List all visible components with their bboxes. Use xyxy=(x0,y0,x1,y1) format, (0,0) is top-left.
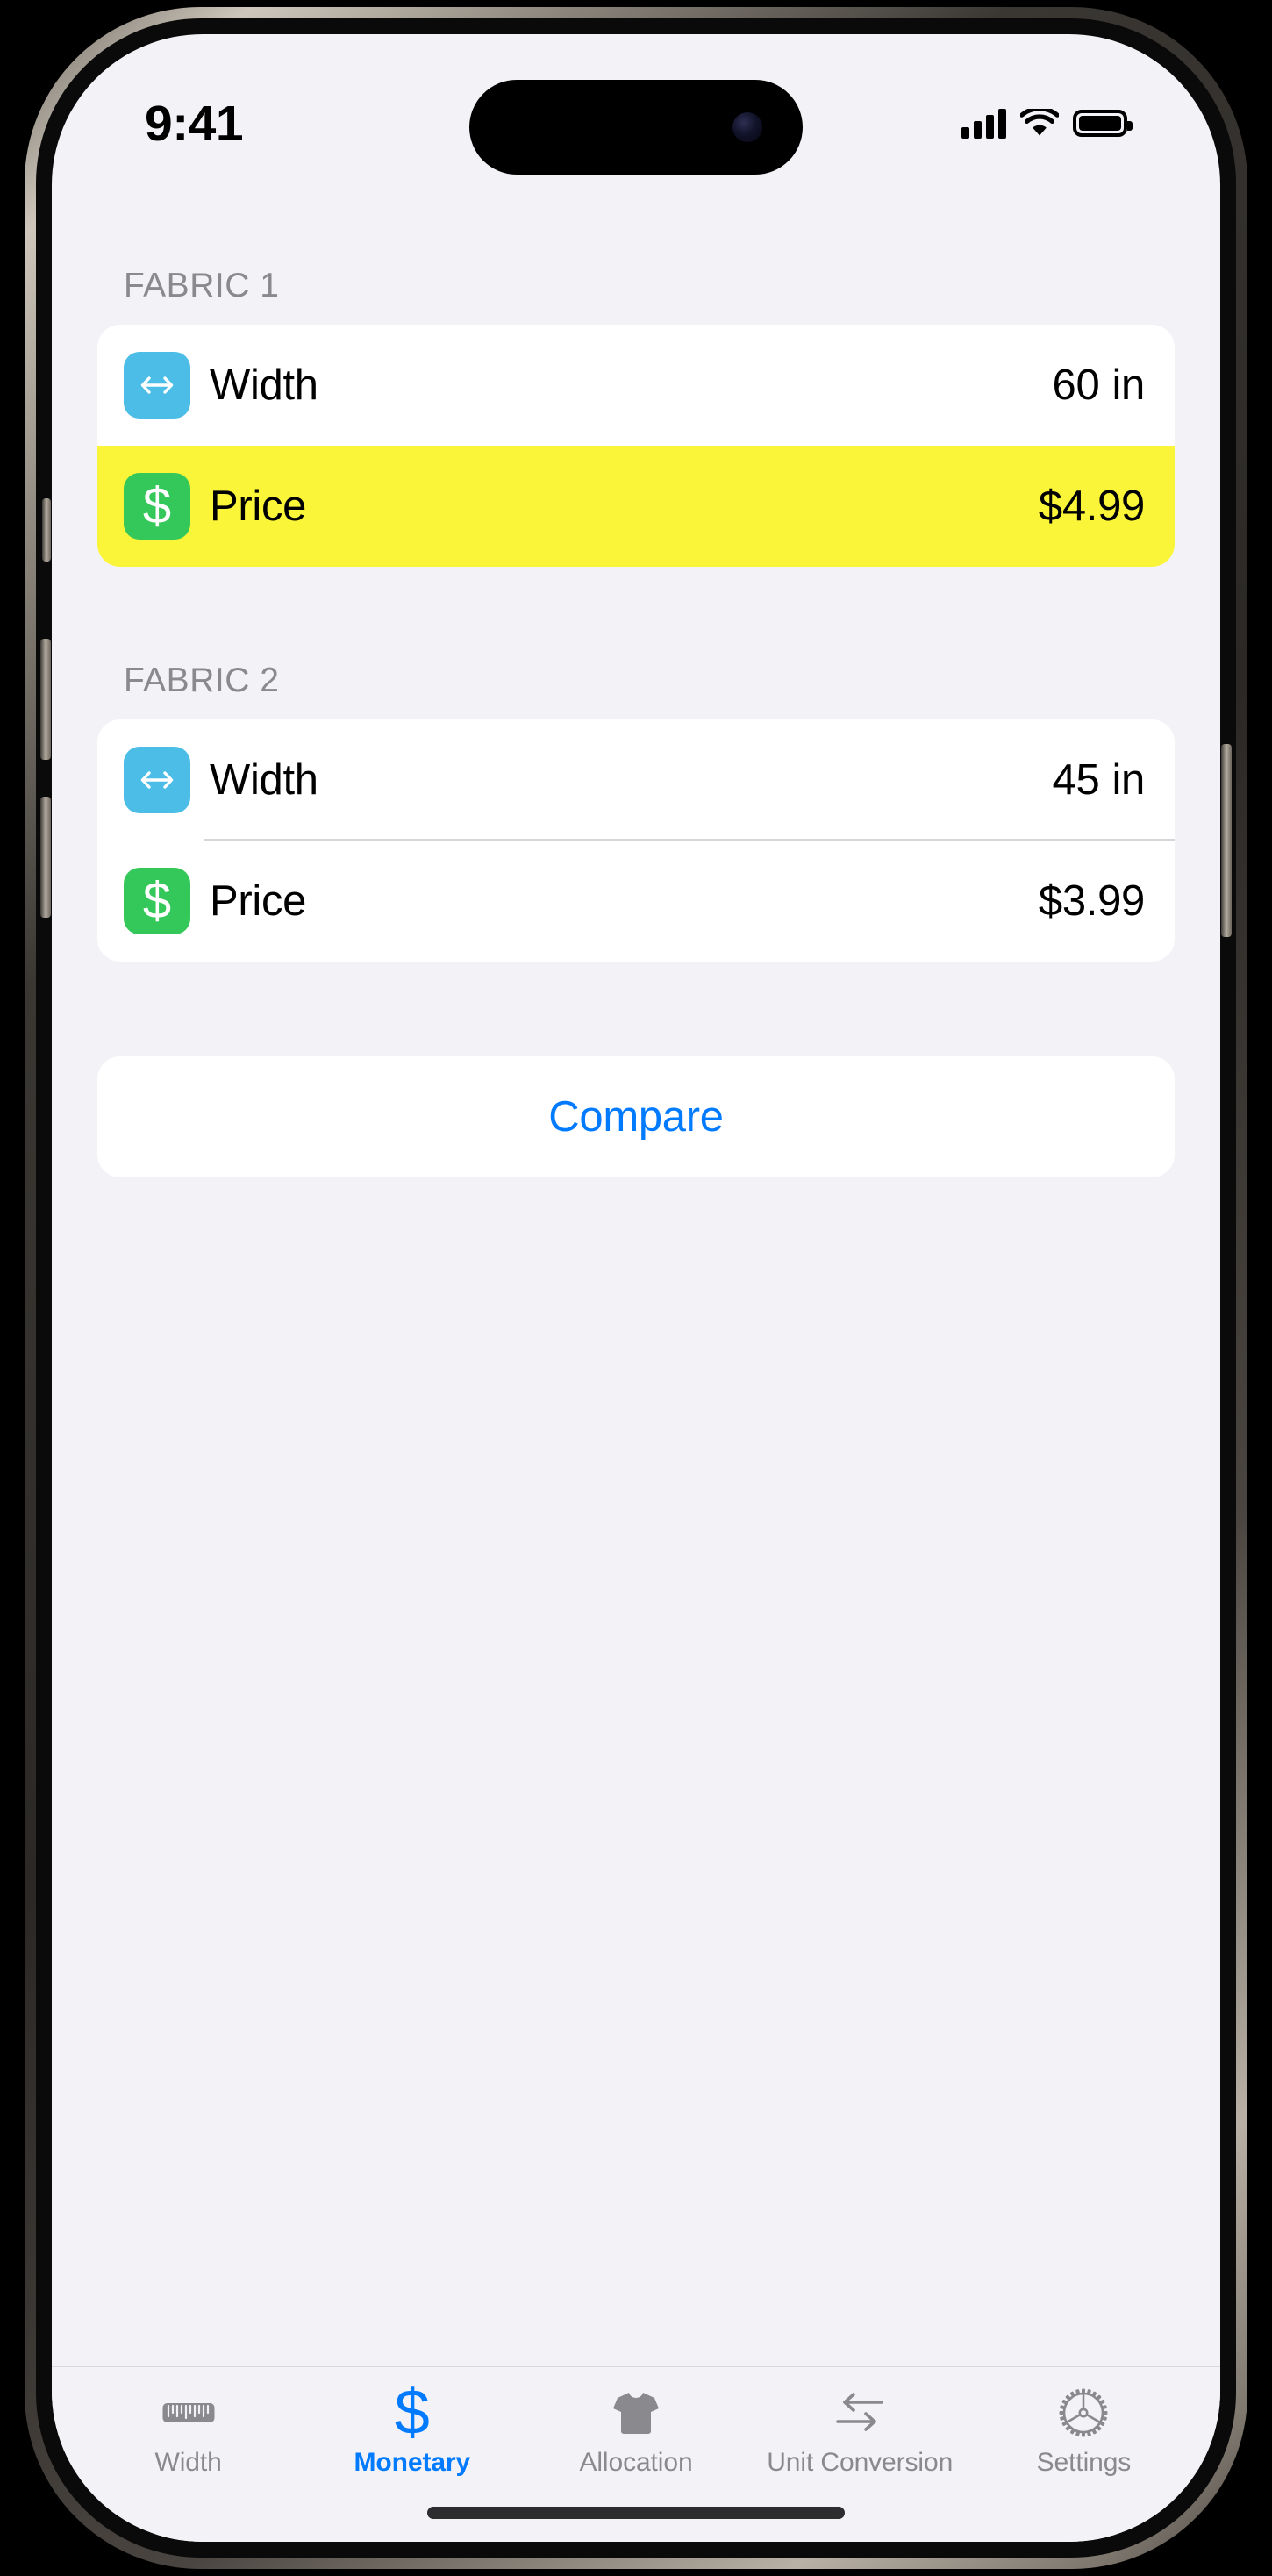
silent-switch-button[interactable] xyxy=(42,498,51,562)
tab-unit-conversion[interactable]: Unit Conversion xyxy=(748,2386,972,2478)
swap-arrows-icon xyxy=(833,2386,887,2439)
tab-allocation[interactable]: Allocation xyxy=(524,2386,747,2478)
battery-full-icon xyxy=(1073,110,1133,137)
fabric-1-width-label: Width xyxy=(210,361,318,409)
fabric-1-price-label: Price xyxy=(210,483,307,530)
section-header-fabric-1: FABRIC 1 xyxy=(124,267,280,304)
fabric-2-width-label: Width xyxy=(210,756,318,804)
status-bar-indicators xyxy=(961,108,1133,139)
fabric-1-width-value: 60 xyxy=(1052,361,1100,409)
fabric-1-price-row[interactable]: $ Price $4.99 xyxy=(97,446,1175,567)
dollar-sign-icon: $ xyxy=(394,2377,430,2448)
front-camera-icon xyxy=(732,112,762,142)
fabric-1-width-row[interactable]: Width 60 in xyxy=(97,325,1175,446)
tab-settings-label: Settings xyxy=(1036,2448,1132,2477)
phone-screen: 9:41 FABRIC 1 Width 60 in $ Price $4.99 … xyxy=(52,34,1220,2542)
fabric-2-width-value: 45 xyxy=(1052,756,1100,804)
tab-width-label: Width xyxy=(154,2448,222,2477)
wifi-icon xyxy=(1020,108,1059,135)
width-arrows-icon xyxy=(124,747,190,813)
fabric-1-width-value-group[interactable]: 60 in xyxy=(1052,361,1146,410)
dynamic-island xyxy=(469,80,803,175)
tshirt-icon xyxy=(611,2386,661,2439)
phone-frame: 9:41 FABRIC 1 Width 60 in $ Price $4.99 … xyxy=(25,7,1247,2569)
fabric-2-width-unit: in xyxy=(1111,756,1145,804)
tab-unit-conversion-label: Unit Conversion xyxy=(767,2448,954,2477)
fabric-2-price-value-group[interactable]: $3.99 xyxy=(1039,877,1145,926)
section-header-fabric-2: FABRIC 2 xyxy=(124,662,280,699)
fabric-1-price-value-group[interactable]: $4.99 xyxy=(1039,482,1145,531)
fabric-1-price-value: $4.99 xyxy=(1038,483,1145,530)
fabric-2-price-value: $3.99 xyxy=(1038,877,1145,925)
cellular-bars-icon xyxy=(961,108,1006,139)
volume-up-button[interactable] xyxy=(40,639,51,760)
home-indicator[interactable] xyxy=(427,2507,845,2519)
power-button[interactable] xyxy=(1221,744,1232,937)
tab-monetary-label: Monetary xyxy=(354,2448,471,2477)
fabric-2-price-label: Price xyxy=(210,877,307,925)
status-bar-time: 9:41 xyxy=(145,95,244,152)
dollar-sign-icon: $ xyxy=(124,473,190,540)
fabric-1-width-unit: in xyxy=(1111,361,1145,409)
tab-settings[interactable]: Settings xyxy=(972,2386,1196,2478)
tab-width[interactable]: Width xyxy=(76,2386,300,2478)
volume-down-button[interactable] xyxy=(40,797,51,918)
tab-monetary[interactable]: $ Monetary xyxy=(300,2377,524,2478)
phone-body: 9:41 FABRIC 1 Width 60 in $ Price $4.99 … xyxy=(36,18,1236,2558)
width-arrows-icon xyxy=(124,352,190,419)
ruler-icon xyxy=(161,2386,216,2439)
fabric-2-width-row[interactable]: Width 45 in xyxy=(97,719,1175,841)
main-content: FABRIC 1 Width 60 in $ Price $4.99 FABRI… xyxy=(52,197,1220,2366)
compare-button[interactable]: Compare xyxy=(97,1056,1175,1177)
gear-icon xyxy=(1058,2386,1109,2439)
fabric-1-card: Width 60 in $ Price $4.99 xyxy=(97,325,1175,567)
fabric-2-card: Width 45 in $ Price $3.99 xyxy=(97,719,1175,962)
fabric-2-price-row[interactable]: $ Price $3.99 xyxy=(97,841,1175,962)
fabric-2-width-value-group[interactable]: 45 in xyxy=(1052,755,1146,805)
tab-allocation-label: Allocation xyxy=(579,2448,693,2477)
dollar-sign-icon: $ xyxy=(124,868,190,934)
